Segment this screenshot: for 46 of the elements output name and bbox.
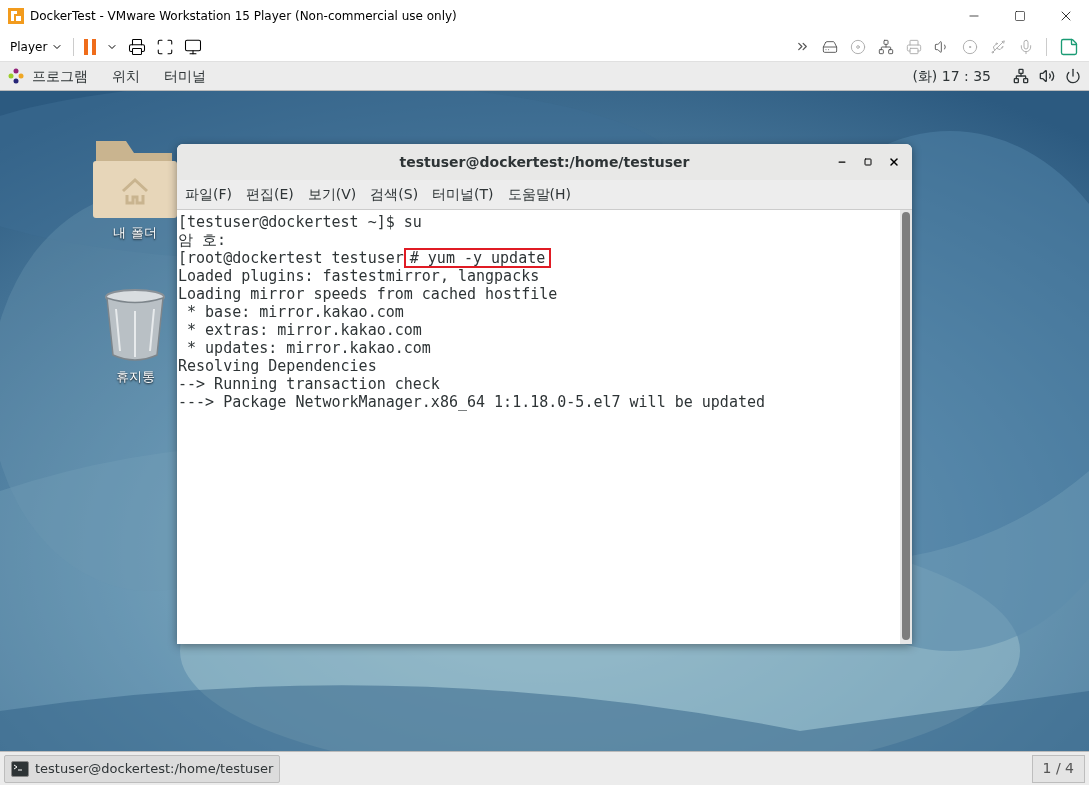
volume-icon[interactable] [1039, 68, 1055, 84]
terminal-line: --> Running transaction check [178, 375, 440, 393]
maximize-icon [1014, 10, 1026, 22]
maximize-icon [864, 158, 872, 166]
menu-item[interactable]: 편집(E) [246, 184, 294, 205]
note-icon[interactable] [1059, 36, 1079, 57]
menu-item[interactable]: 검색(S) [370, 184, 419, 205]
desktop-icon-label[interactable]: 내 폴더 [113, 223, 157, 243]
taskbar-window-button[interactable]: testuser@dockertest:/home/testuser [4, 754, 281, 783]
network-icon[interactable] [878, 38, 894, 55]
terminal-line: Resolving Dependencies [178, 357, 377, 375]
usb-icon[interactable] [990, 38, 1006, 55]
menu-item[interactable]: 파일(F) [185, 184, 232, 205]
close-icon [888, 156, 900, 168]
terminal-icon [11, 760, 29, 777]
top-bar-menu[interactable]: 프로그램 [32, 65, 88, 87]
power-icon[interactable] [1065, 68, 1081, 84]
terminal-line: Loaded plugins: fastestmirror, langpacks [178, 267, 540, 285]
hard-drive-icon[interactable] [822, 38, 838, 55]
desktop-icon-label[interactable]: 휴지통 [115, 366, 155, 386]
menu-item[interactable]: 보기(V) [307, 184, 357, 205]
terminal-line: * base: mirror.kakao.com [186, 303, 404, 321]
fullscreen-icon[interactable] [156, 37, 175, 56]
pause-icon[interactable] [84, 38, 97, 55]
window-title: DockerTest - VMware Workstation 15 Player (Non-commercial use only) [30, 8, 457, 25]
terminal-line: ---> Package NetworkManager.x86_64 1:1.18.0-5.el7 will be updated [178, 393, 765, 411]
top-bar-menu[interactable]: 위치 [112, 65, 140, 87]
menu-item[interactable]: 터미널(T) [432, 184, 494, 205]
menu-item[interactable]: 도움말(H) [507, 184, 572, 205]
terminal-line: Loading mirror speeds from cached hostfile [178, 285, 558, 303]
player-menu[interactable]: Player [10, 37, 64, 56]
trash-icon[interactable] [104, 288, 166, 363]
terminal-line: [testuser@dockertest ~]$ su [178, 213, 422, 231]
workspace-indicator[interactable]: 1 / 4 [1031, 754, 1085, 783]
network-icon[interactable] [1013, 68, 1029, 84]
terminal-line: [root@dockertest testuser [178, 249, 404, 267]
app-logo-icon [8, 8, 24, 24]
terminal-line: * updates: mirror.kakao.com [186, 339, 431, 357]
apps-menu-icon[interactable] [8, 68, 24, 84]
top-bar-menu[interactable]: 터미널 [164, 65, 206, 87]
highlighted-command: # yum -y update [403, 248, 552, 268]
clock[interactable]: (화) 17 : 35 [912, 65, 991, 87]
terminal-line: 암 호: [178, 231, 227, 249]
scrollbar[interactable] [900, 210, 912, 644]
terminal-line: * extras: mirror.kakao.com [186, 321, 422, 339]
terminal-title: testuser@dockertest:/home/testuser [399, 152, 690, 172]
